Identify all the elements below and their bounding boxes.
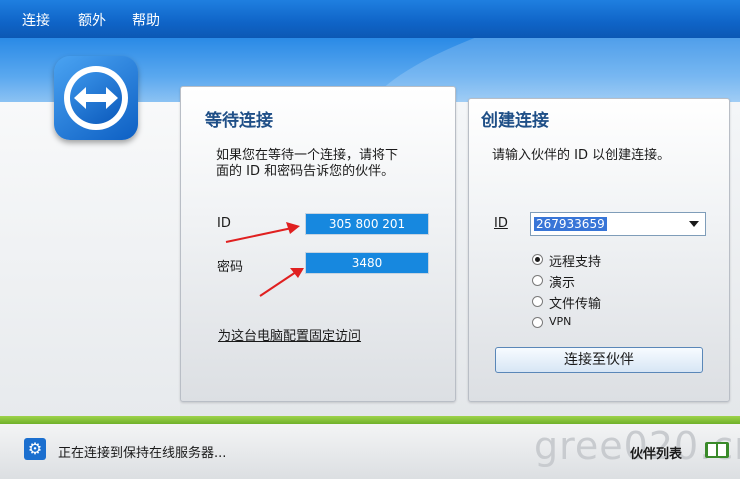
radio-vpn-label: VPN: [549, 315, 572, 328]
menu-extras[interactable]: 额外: [78, 10, 106, 30]
partner-id-label: ID: [494, 216, 508, 231]
create-desc: 请输入伙伴的 ID 以创建连接。: [492, 148, 671, 163]
radio-remote-support[interactable]: [532, 254, 543, 265]
menu-help[interactable]: 帮助: [132, 10, 160, 30]
your-id-field[interactable]: 305 800 201: [305, 213, 429, 235]
radio-file-transfer-label: 文件传输: [549, 297, 602, 312]
red-arrow-icon: [225, 222, 300, 243]
radio-vpn[interactable]: [532, 317, 543, 328]
password-field[interactable]: 3480: [305, 252, 429, 274]
configure-unattended-access-link[interactable]: 为这台电脑配置固定访问: [218, 325, 361, 344]
partner-list-label[interactable]: 伙伴列表: [630, 443, 682, 462]
red-arrow-icon: [259, 268, 304, 297]
book-icon[interactable]: [704, 440, 730, 460]
chevron-down-icon[interactable]: [689, 221, 699, 227]
double-arrow-icon: [74, 87, 118, 109]
status-accent-bar: [0, 416, 740, 424]
wait-desc-line1: 如果您在等待一个连接，请将下: [216, 148, 399, 163]
password-label: 密码: [217, 260, 244, 275]
connect-to-partner-button[interactable]: 连接至伙伴: [495, 347, 703, 373]
radio-file-transfer[interactable]: [532, 296, 543, 307]
gear-icon[interactable]: ⚙: [24, 438, 46, 460]
partner-id-value[interactable]: 267933659: [534, 217, 607, 231]
left-area: [0, 102, 180, 416]
radio-presentation-label: 演示: [549, 276, 576, 291]
menu-connection[interactable]: 连接: [22, 10, 50, 30]
app-logo: [54, 56, 138, 140]
status-text: 正在连接到保持在线服务器...: [58, 446, 227, 461]
partner-id-combobox[interactable]: 267933659: [530, 212, 706, 236]
radio-presentation[interactable]: [532, 275, 543, 286]
menu-bar: [0, 0, 740, 38]
wait-desc-line2: 面的 ID 和密码告诉您的伙伴。: [216, 164, 395, 179]
create-panel-title: 创建连接: [481, 111, 549, 131]
radio-remote-support-label: 远程支持: [549, 255, 602, 270]
wait-panel-title: 等待连接: [205, 111, 273, 131]
